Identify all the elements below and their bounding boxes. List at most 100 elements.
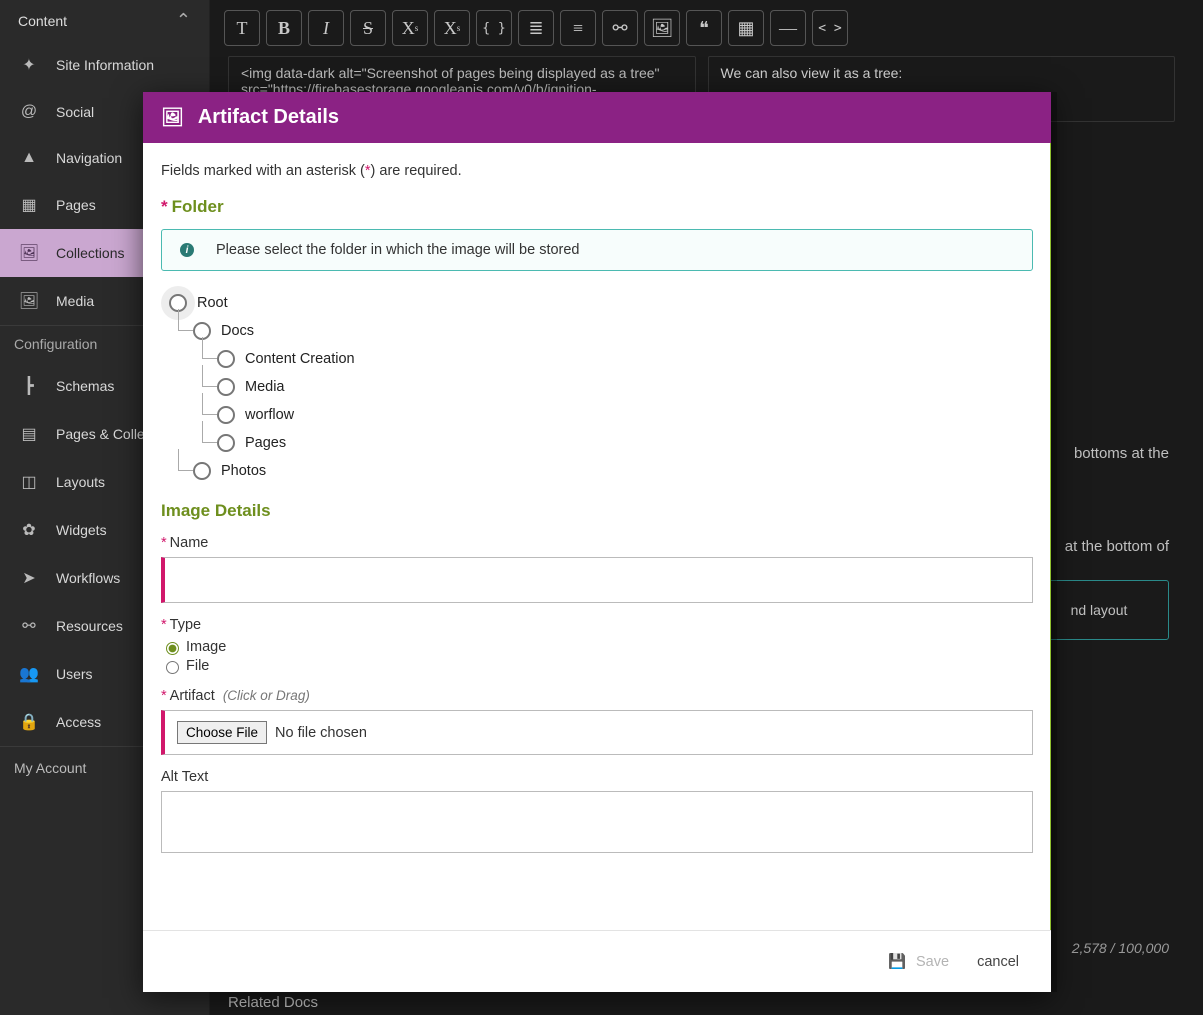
sidebar-item-label: Social (56, 104, 94, 120)
sidebar-item-label: Workflows (56, 570, 120, 586)
modal-header: 🖼 Artifact Details (143, 92, 1051, 143)
alt-text-input[interactable] (170, 798, 1024, 842)
tree-label: Docs (221, 323, 254, 339)
insert-quote-button[interactable]: ❝ (686, 10, 722, 46)
name-input-wrap[interactable] (161, 557, 1033, 603)
format-italic-button[interactable]: I (308, 10, 344, 46)
insert-code-button[interactable]: < > (812, 10, 848, 46)
sidebar-section-content-label: Content (18, 13, 67, 29)
sparkle-icon: ✦ (18, 55, 40, 75)
folder-section-title: *Folder (161, 197, 1033, 217)
rocket-icon: ➤ (18, 568, 40, 588)
modal-edge-shadow (1051, 92, 1057, 992)
editor-toolbar: T B I S Xs Xs { } ≣ ≡ ⚯ 🖼 ❝ ▦ — < > (220, 6, 1183, 56)
background-text-1: bottoms at the (1074, 445, 1169, 462)
type-field: *Type Image File (161, 617, 1033, 674)
file-input-wrap[interactable]: Choose File No file chosen (161, 710, 1033, 755)
type-option-image[interactable]: Image (161, 639, 1033, 655)
modal-footer: 💾 Save cancel (143, 930, 1051, 992)
insert-rule-button[interactable]: — (770, 10, 806, 46)
artifact-field: *Artifact (Click or Drag) Choose File No… (161, 688, 1033, 755)
list-numbered-button[interactable]: ≡ (560, 10, 596, 46)
scrollbar[interactable] (1050, 143, 1051, 930)
tree-item-content-creation[interactable]: Content Creation (169, 345, 1033, 373)
insert-link-button[interactable]: ⚯ (602, 10, 638, 46)
sidebar-item-label: Collections (56, 245, 124, 261)
image-icon: 🖼 (18, 243, 40, 263)
type-option-file[interactable]: File (161, 658, 1033, 674)
insert-image-button[interactable]: 🖼 (644, 10, 680, 46)
tree-label: Media (245, 379, 285, 395)
layout-button-label: nd layout (1071, 602, 1128, 618)
tree-item-media[interactable]: Media (169, 373, 1033, 401)
type-option-label: Image (186, 639, 226, 655)
format-superscript-button[interactable]: Xs (434, 10, 470, 46)
info-icon: i (180, 243, 194, 257)
format-subscript-button[interactable]: Xs (392, 10, 428, 46)
sidebar-section-content[interactable]: Content ⌃ (0, 0, 209, 41)
name-input[interactable] (175, 571, 1022, 590)
grid-icon: ▦ (18, 195, 40, 215)
schema-icon: ┣ (18, 376, 40, 396)
list-bulleted-button[interactable]: ≣ (518, 10, 554, 46)
sidebar-item-label: Layouts (56, 474, 105, 490)
table-icon: ▦ (737, 18, 754, 39)
artifact-details-modal: 🖼 Artifact Details Fields marked with an… (143, 92, 1051, 992)
background-text-2: at the bottom of (1065, 538, 1169, 555)
tree-item-docs[interactable]: Docs (169, 317, 1033, 345)
sidebar-item-label: Users (56, 666, 93, 682)
radio-photos[interactable] (193, 462, 211, 480)
link-icon: ⚯ (612, 18, 627, 39)
name-field: *Name (161, 535, 1033, 603)
tree-item-worflow[interactable]: worflow (169, 401, 1033, 429)
radio-type-file[interactable] (166, 661, 179, 674)
sidebar-item-label: Media (56, 293, 94, 309)
layout-icon: ◫ (18, 472, 40, 492)
radio-pages[interactable] (217, 434, 235, 452)
format-braces-button[interactable]: { } (476, 10, 512, 46)
format-strike-button[interactable]: S (350, 10, 386, 46)
sidebar-item-site-information[interactable]: ✦ Site Information (0, 41, 209, 89)
folder-icon: ▤ (18, 424, 40, 444)
folder-tree: Root Docs Content Creation Media worflow… (169, 289, 1033, 485)
puzzle-icon: ✿ (18, 520, 40, 540)
alt-text-field: Alt Text (161, 769, 1033, 853)
insert-table-button[interactable]: ▦ (728, 10, 764, 46)
quote-icon: ❝ (699, 18, 709, 39)
minus-icon: — (779, 18, 797, 39)
radio-type-image[interactable] (166, 642, 179, 655)
save-button[interactable]: 💾 Save (888, 953, 949, 970)
tree-root[interactable]: Root (169, 289, 1033, 317)
link-icon: ⚯ (18, 616, 40, 636)
tree-item-photos[interactable]: Photos (169, 457, 1033, 485)
chevron-up-icon: ⌃ (176, 10, 191, 31)
related-docs-heading: Related Docs (228, 994, 318, 1011)
sidebar-item-label: Pages (56, 197, 96, 213)
cancel-button[interactable]: cancel (977, 954, 1019, 970)
list-numbered-icon: ≡ (573, 18, 583, 39)
radio-media[interactable] (217, 378, 235, 396)
format-bold-button[interactable]: B (266, 10, 302, 46)
sidebar-item-label: Widgets (56, 522, 107, 538)
navigation-arrow-icon: ▲ (18, 149, 40, 167)
tree-label: worflow (245, 407, 294, 423)
sidebar-item-label: Resources (56, 618, 123, 634)
tree-item-pages[interactable]: Pages (169, 429, 1033, 457)
lock-icon: 🔒 (18, 712, 40, 732)
sidebar-section-account-label: My Account (14, 760, 86, 776)
tree-label: Content Creation (245, 351, 355, 367)
format-title-button[interactable]: T (224, 10, 260, 46)
radio-worflow[interactable] (217, 406, 235, 424)
folder-info-box: i Please select the folder in which the … (161, 229, 1033, 271)
choose-file-button[interactable]: Choose File (177, 721, 267, 744)
modal-body[interactable]: Fields marked with an asterisk (*) are r… (143, 143, 1051, 930)
alt-text-wrap[interactable] (161, 791, 1033, 853)
required-note: Fields marked with an asterisk (*) are r… (161, 163, 1033, 179)
alt-text-label: Alt Text (161, 769, 1033, 785)
radio-content-creation[interactable] (217, 350, 235, 368)
users-icon: 👥 (18, 664, 40, 684)
sidebar-item-label: Site Information (56, 57, 154, 73)
sidebar-section-config-label: Configuration (14, 336, 97, 352)
sidebar-item-label: Schemas (56, 378, 114, 394)
save-label: Save (916, 954, 949, 970)
